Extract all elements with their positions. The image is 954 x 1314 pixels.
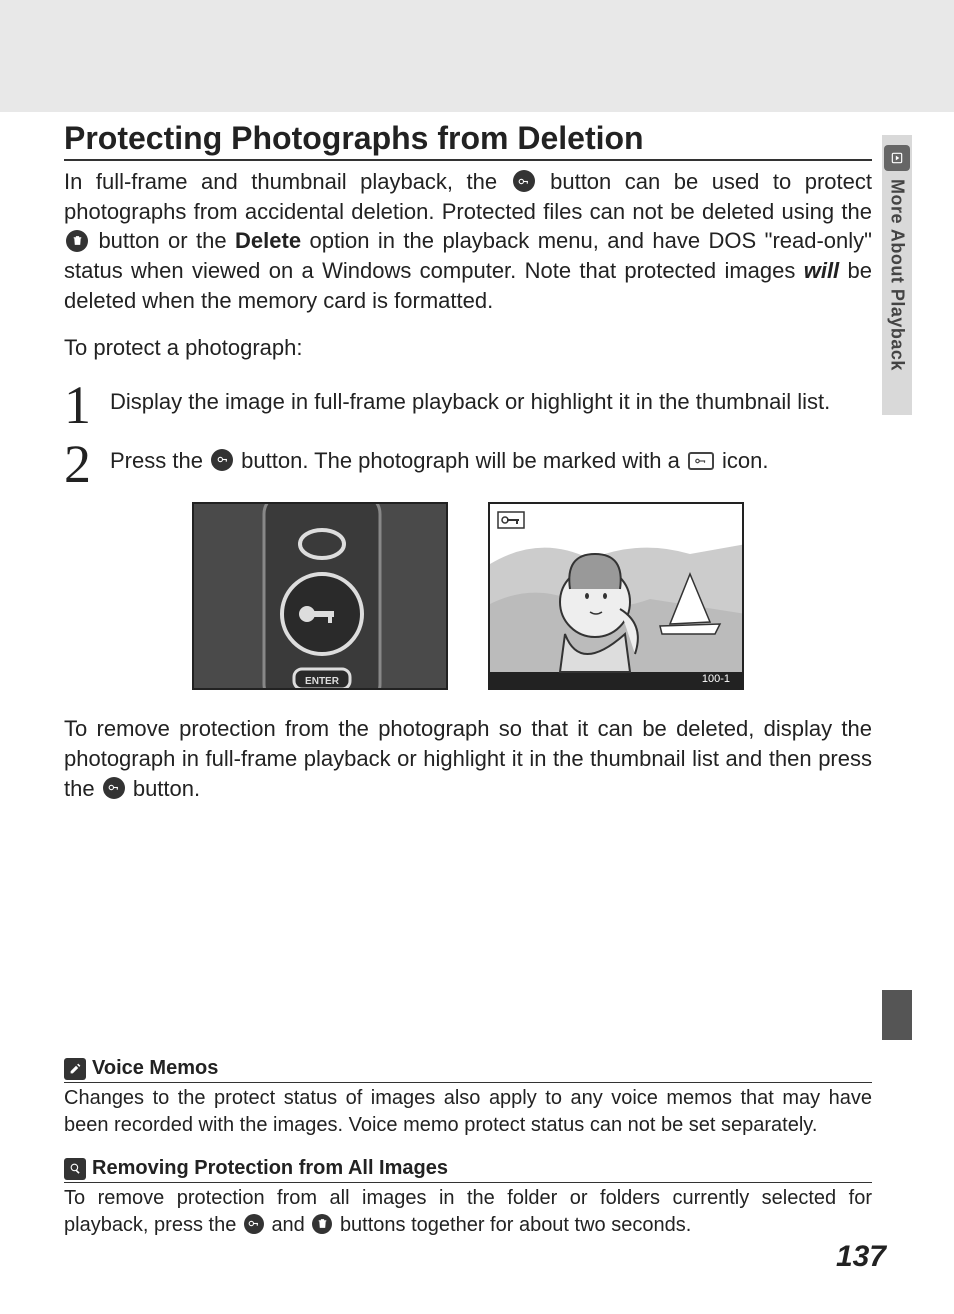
step-2-text: Press the button. The photograph will be… xyxy=(110,440,872,476)
step-2: 2 Press the button. The photograph will … xyxy=(64,440,872,489)
figure-protected-photo: 100-1 xyxy=(488,502,744,690)
voice-memos-text: Changes to the protect status of images … xyxy=(64,1085,872,1139)
thumb-index-marker xyxy=(882,990,912,1040)
remove-all-text: To remove protection from all images in … xyxy=(64,1185,872,1239)
intro-text-3: button or the xyxy=(98,228,235,253)
remove-all-note: Removing Protection from All Images To r… xyxy=(64,1157,872,1239)
header-band xyxy=(0,0,954,112)
figure-caption: 100-1 xyxy=(696,672,736,686)
voice-memos-title: Voice Memos xyxy=(92,1057,218,1080)
step2-after: icon. xyxy=(722,448,768,473)
trash-icon xyxy=(312,1214,332,1234)
step-1-text: Display the image in full-frame playback… xyxy=(110,381,872,417)
section-tab: More About Playback xyxy=(882,135,912,415)
intro-paragraph: In full-frame and thumbnail playback, th… xyxy=(64,167,872,315)
svg-text:ENTER: ENTER xyxy=(305,676,340,687)
protect-key-icon xyxy=(103,777,125,799)
step-1-number: 1 xyxy=(64,381,100,430)
remove-all-mid: and xyxy=(271,1214,310,1236)
section-tab-label: More About Playback xyxy=(887,179,908,371)
intro-text-1: In full-frame and thumbnail playback, th… xyxy=(64,169,511,194)
remove-all-heading: Removing Protection from All Images xyxy=(64,1157,872,1183)
page-content: Protecting Photographs from Deletion In … xyxy=(64,120,872,821)
figure-camera-button: ENTER xyxy=(192,502,448,690)
section-title: Protecting Photographs from Deletion xyxy=(64,120,872,161)
voice-memos-note: Voice Memos Changes to the protect statu… xyxy=(64,1057,872,1139)
intro-delete-word: Delete xyxy=(235,228,301,253)
figure-row: ENTER xyxy=(64,502,872,690)
remove-all-after: buttons together for about two seconds. xyxy=(340,1214,691,1236)
protect-key-icon xyxy=(244,1214,264,1234)
protect-key-icon xyxy=(211,449,233,471)
step-1: 1 Display the image in full-frame playba… xyxy=(64,381,872,430)
playback-tab-icon xyxy=(884,145,910,171)
protect-overlay-icon xyxy=(688,452,714,470)
magnifier-note-icon xyxy=(64,1158,86,1180)
trash-icon xyxy=(66,230,88,252)
lead-text: To protect a photograph: xyxy=(64,333,872,363)
play-triangle-icon xyxy=(890,151,904,165)
remove-all-title: Removing Protection from All Images xyxy=(92,1157,448,1180)
manual-page: More About Playback Protecting Photograp… xyxy=(0,0,954,1314)
step-2-number: 2 xyxy=(64,440,100,489)
page-number: 137 xyxy=(836,1240,886,1274)
pencil-note-icon xyxy=(64,1058,86,1080)
step2-mid: button. The photograph will be marked wi… xyxy=(241,448,686,473)
step2-before: Press the xyxy=(110,448,209,473)
remove-after: button. xyxy=(133,776,200,801)
protect-key-icon xyxy=(513,170,535,192)
notes-area: Voice Memos Changes to the protect statu… xyxy=(64,1045,872,1239)
remove-paragraph: To remove protection from the photograph… xyxy=(64,714,872,803)
intro-will-word: will xyxy=(804,258,839,283)
voice-memos-heading: Voice Memos xyxy=(64,1057,872,1083)
